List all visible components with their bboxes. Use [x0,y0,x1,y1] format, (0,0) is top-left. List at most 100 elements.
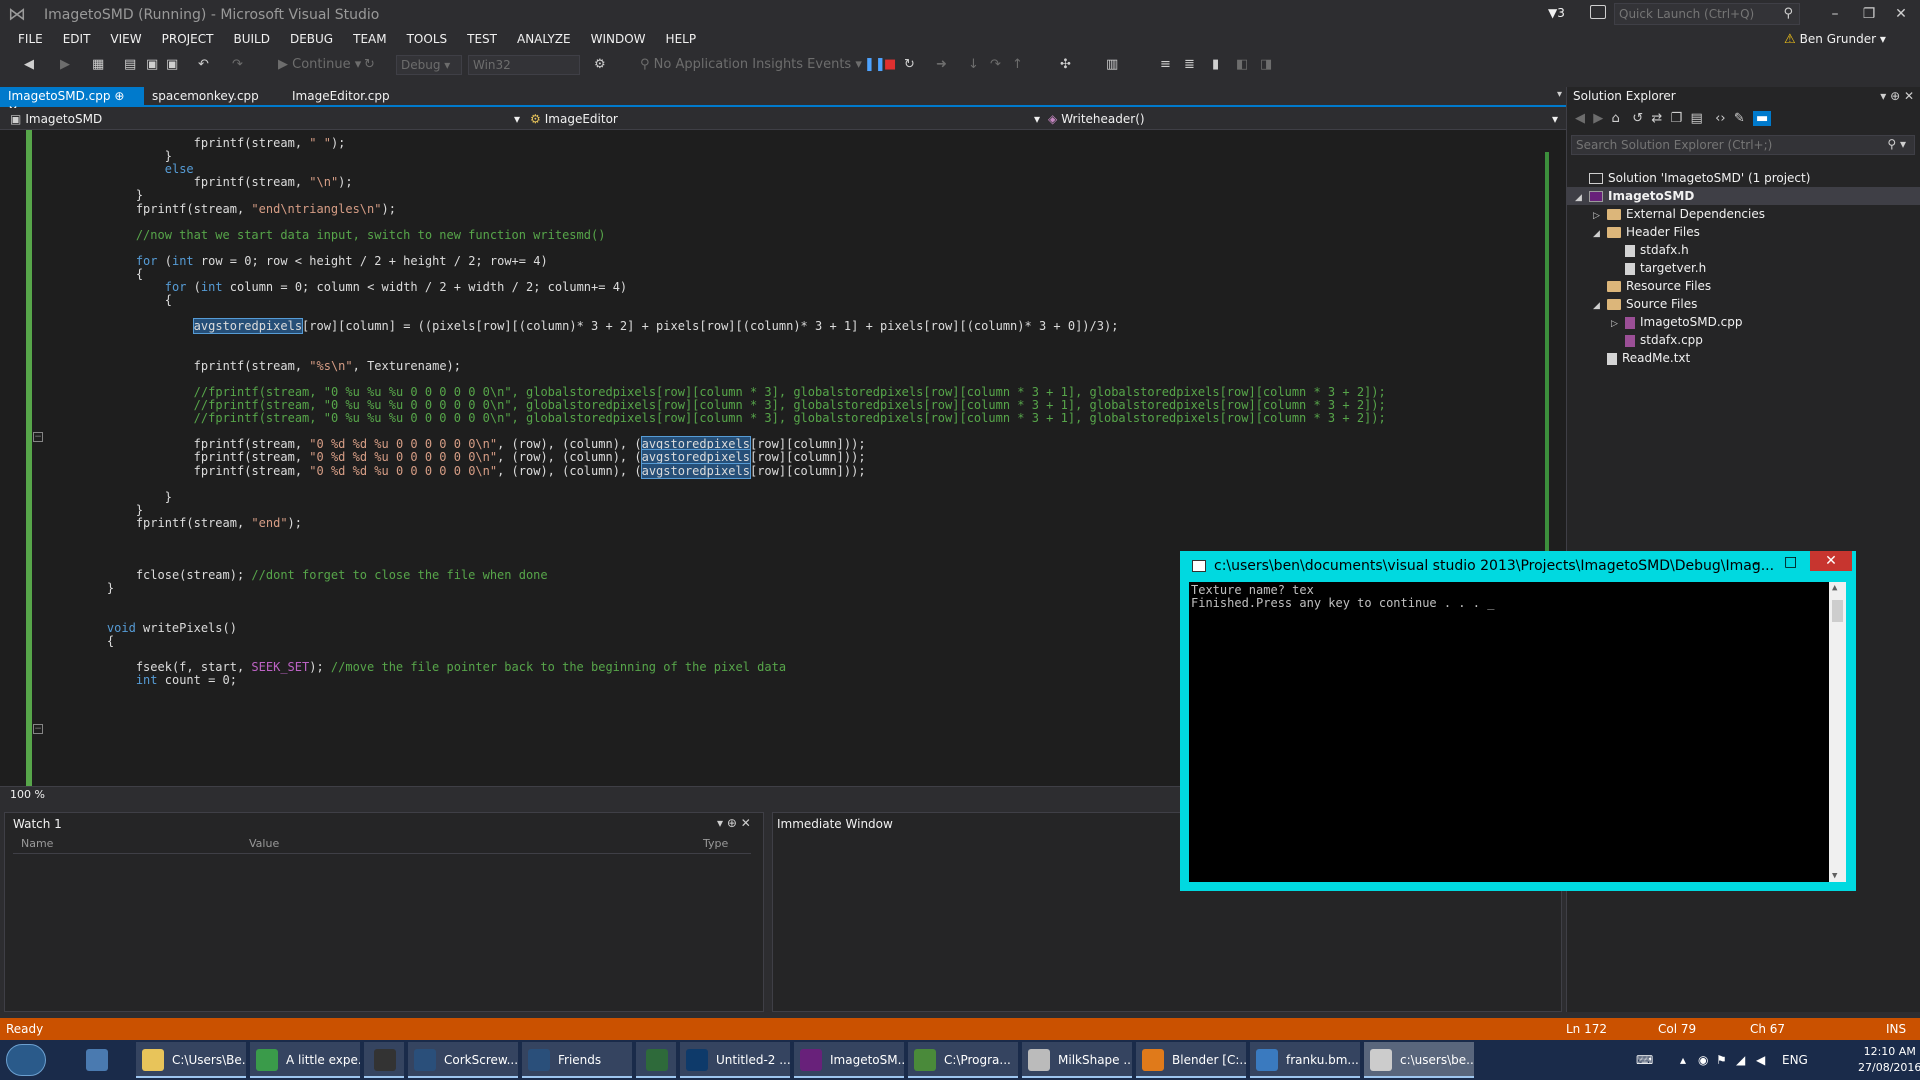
tab-spacemonkey-cpp[interactable]: spacemonkey.cpp [144,87,267,107]
language-indicator[interactable]: ENG [1782,1040,1808,1080]
pin-icon[interactable]: ⊕ [114,89,124,103]
tree-item[interactable]: ◢ Header Files [1567,223,1920,241]
back-icon[interactable]: ◀ [1575,111,1585,126]
uncomment-icon[interactable]: ≣ [1184,56,1195,74]
quick-launch-input[interactable] [1615,4,1775,24]
continue-button[interactable]: ▶ Continue ▾ [278,56,361,74]
code-line[interactable]: for (int column = 0; column < width / 2 … [165,279,627,295]
quick-launch[interactable]: ⚲ [1614,3,1800,25]
tree-item[interactable]: stdafx.h [1567,241,1920,259]
taskbar-app[interactable] [636,1042,676,1078]
bookmark-icon[interactable]: ▮ [1212,56,1219,74]
show-all-files-icon[interactable]: ▤ [1690,111,1702,126]
menu-test[interactable]: TEST [457,30,507,50]
taskbar-app[interactable]: franku.bm... [1250,1042,1360,1078]
taskbar-app[interactable]: Friends [522,1042,632,1078]
menu-file[interactable]: FILE [8,30,53,50]
project-dropdown[interactable]: ▣ ImagetoSMD ▾ [10,108,520,130]
watch-col-value[interactable]: Value [249,837,279,850]
preview-icon[interactable]: ▬ [1753,111,1772,126]
menu-analyze[interactable]: ANALYZE [507,30,581,50]
keyboard-icon[interactable]: ⌨ [1636,1040,1653,1080]
pause-icon[interactable]: ❚❚ [864,56,886,74]
menu-window[interactable]: WINDOW [581,30,656,50]
redo-icon[interactable]: ↷ [232,56,243,74]
restore-button[interactable]: ❐ [1854,3,1884,25]
prev-bookmark-icon[interactable]: ◧ [1236,56,1248,74]
menu-project[interactable]: PROJECT [152,30,224,50]
code-line[interactable]: } [165,489,172,505]
back-icon[interactable]: ◀ [24,56,34,74]
config-dropdown[interactable]: Debug ▾ [396,55,462,75]
search-icon[interactable]: ⚲ [1783,6,1793,21]
code-line[interactable]: for (int row = 0; row < height / 2 + hei… [136,253,548,269]
scroll-up-icon[interactable]: ▲ [1832,583,1837,593]
minimize-button[interactable]: – [1820,3,1850,25]
user-account[interactable]: ⚠ Ben Grunder ▾ [1784,32,1886,47]
step-out-icon[interactable]: ↑ [1012,56,1023,74]
tree-item[interactable]: Resource Files [1567,277,1920,295]
forward-icon[interactable]: ▶ [60,56,70,74]
console-maximize-button[interactable]: □ [1784,554,1797,570]
collapse-all-icon[interactable]: ❐ [1671,111,1683,126]
code-line[interactable]: else [165,161,194,177]
taskbar-app[interactable]: C:\Users\Be... [136,1042,246,1078]
collapse-icon[interactable]: − [33,724,43,734]
taskbar-app-pinned[interactable] [80,1042,116,1078]
steam-tray-icon[interactable]: ◉ [1698,1040,1708,1080]
collapse-icon[interactable]: − [33,432,43,442]
properties-icon[interactable]: ✎ [1734,111,1745,126]
undo-icon[interactable]: ↶ [198,56,209,74]
console-minimize-button[interactable]: – [1752,556,1759,572]
open-file-icon[interactable]: ▤ [124,56,136,74]
menu-view[interactable]: VIEW [100,30,151,50]
taskbar-app[interactable]: CorkScrew... [408,1042,518,1078]
breakpoints-icon[interactable]: ▥ [1106,56,1118,74]
next-bookmark-icon[interactable]: ◨ [1260,56,1272,74]
scroll-down-icon[interactable]: ▼ [1832,871,1837,881]
search-icon[interactable]: ⚲ ▾ [1887,137,1906,151]
panel-controls[interactable]: ▾ ⊕ ✕ [1880,89,1914,103]
menu-tools[interactable]: TOOLS [397,30,458,50]
restart-debug-icon[interactable]: ↻ [904,56,915,74]
forward-icon[interactable]: ▶ [1593,111,1603,126]
taskbar-app[interactable]: A little expe... [250,1042,360,1078]
code-line[interactable]: fclose(stream); //dont forget to close t… [136,567,548,583]
code-line[interactable]: fprintf(stream, " "); [194,135,346,151]
code-line[interactable]: fprintf(stream, "%s\n", Texturename); [194,358,461,374]
tree-item[interactable]: ▷ ImagetoSMD.cpp [1567,313,1920,331]
code-line[interactable]: fprintf(stream, "0 %d %d %u 0 0 0 0 0 0\… [194,462,866,479]
wifi-icon[interactable]: ◢ [1736,1040,1745,1080]
console-close-button[interactable]: ✕ [1810,551,1852,571]
application-insights-dropdown[interactable]: ⚲ No Application Insights Events ▾ [640,56,862,74]
tree-item[interactable]: ◢ ImagetoSMD [1567,187,1920,205]
taskbar-app[interactable] [364,1042,404,1078]
taskbar-app[interactable]: MilkShape ... [1022,1042,1132,1078]
tray-expand-icon[interactable]: ▴ [1680,1040,1686,1080]
tree-item[interactable]: Solution 'ImagetoSMD' (1 project) [1567,169,1920,187]
console-window[interactable]: c:\users\ben\documents\visual studio 201… [1180,551,1856,891]
restart-icon[interactable]: ↻ [364,56,375,74]
menu-help[interactable]: HELP [656,30,707,50]
menu-team[interactable]: TEAM [343,30,396,50]
save-all-icon[interactable]: ▣ [166,56,178,74]
solution-search-input[interactable] [1572,136,1872,154]
code-line[interactable]: fprintf(stream, "\n"); [194,174,353,190]
zoom-level[interactable]: 100 % [10,788,45,801]
platform-dropdown[interactable]: Win32 [468,55,580,75]
menu-debug[interactable]: DEBUG [280,30,343,50]
view-code-icon[interactable]: ‹› [1715,111,1725,126]
panel-controls[interactable]: ▾ ⊕ ✕ [717,816,751,830]
taskbar-app[interactable]: C:\Progra... [908,1042,1018,1078]
console-title-bar[interactable]: c:\users\ben\documents\visual studio 201… [1180,551,1856,581]
attach-icon[interactable]: ⚙ [594,56,606,74]
taskbar-app[interactable]: Blender [C:... [1136,1042,1246,1078]
notification-filter-icon[interactable]: ▼3 [1548,6,1565,20]
code-line[interactable]: { [107,633,114,649]
clock[interactable]: 12:10 AM 27/08/2016 [1858,1044,1920,1076]
stop-icon[interactable]: ■ [884,56,896,74]
show-next-statement-icon[interactable]: ➜ [936,56,947,74]
watch-col-name[interactable]: Name [21,837,53,850]
close-button[interactable]: ✕ [1886,3,1916,25]
code-line[interactable]: int count = 0; [136,672,237,688]
